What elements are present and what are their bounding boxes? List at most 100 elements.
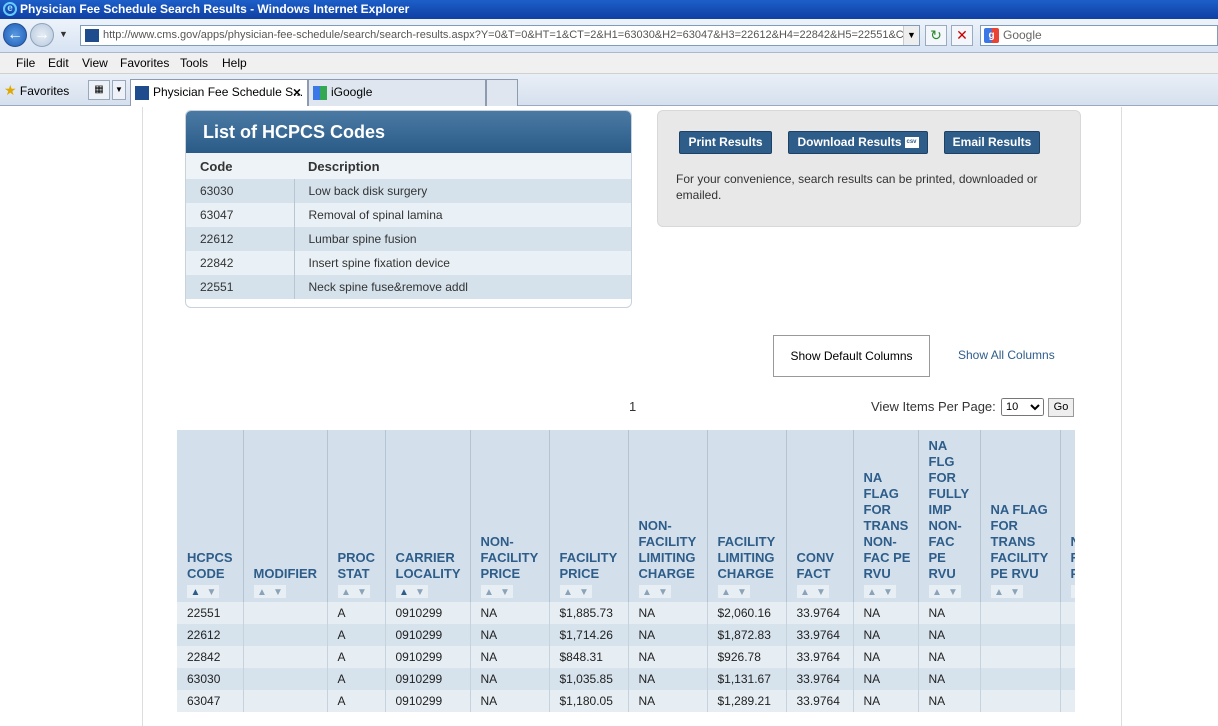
column-header-description: Description <box>294 153 631 179</box>
table-cell: $1,714.26 <box>549 624 629 646</box>
column-header-label: NA FLAG FOR TRANS FACILITY PE RVU <box>990 502 1049 581</box>
sort-ascending-icon[interactable]: ▲ <box>928 585 945 598</box>
table-cell: 63047 <box>177 690 244 712</box>
sort-descending-icon[interactable]: ▼ <box>496 585 513 598</box>
menu-edit[interactable]: Edit <box>48 56 69 70</box>
sort-descending-icon[interactable]: ▼ <box>411 585 428 598</box>
column-header-label: FACILITY PRICE <box>559 550 618 581</box>
stop-icon[interactable]: ✕ <box>951 25 973 46</box>
sort-ascending-icon[interactable]: ▲ <box>559 585 576 598</box>
table-row: 22612 Lumbar spine fusion <box>186 227 631 251</box>
sort-ascending-icon[interactable]: ▲ <box>990 585 1007 598</box>
table-cell: A <box>327 646 386 668</box>
table-cell: 0910299 <box>385 668 471 690</box>
print-results-button[interactable]: Print Results <box>679 131 772 154</box>
sort-arrows: ▲▼ <box>1070 584 1075 598</box>
code-cell: 22612 <box>186 227 295 251</box>
table-cell: 22842 <box>177 646 244 668</box>
sort-descending-icon[interactable]: ▼ <box>812 585 829 598</box>
table-cell: NA <box>628 624 708 646</box>
search-input[interactable]: g Google <box>980 25 1218 46</box>
sort-ascending-icon[interactable]: ▲ <box>717 585 734 598</box>
sort-ascending-icon[interactable]: ▲ <box>796 585 813 598</box>
go-button[interactable]: Go <box>1048 398 1074 417</box>
menu-favorites[interactable]: Favorites <box>120 56 169 70</box>
sort-arrows: ▲▼ <box>796 584 847 598</box>
favorites-button[interactable]: ★ Favorites <box>4 82 69 99</box>
sort-descending-icon[interactable]: ▼ <box>733 585 750 598</box>
forward-arrow-icon[interactable]: → <box>30 23 54 47</box>
page-viewport: List of HCPCS Codes Code Description 630… <box>0 107 1218 726</box>
back-arrow-icon[interactable]: ← <box>3 23 27 47</box>
table-cell: NA <box>918 690 981 712</box>
table-cell <box>1060 668 1075 690</box>
table-cell: A <box>327 602 386 624</box>
code-cell: 22842 <box>186 251 295 275</box>
show-default-columns-button[interactable]: Show Default Columns <box>773 335 930 377</box>
sort-descending-icon[interactable]: ▼ <box>203 585 219 598</box>
sort-ascending-icon[interactable]: ▲ <box>1070 585 1075 598</box>
table-cell: $1,885.73 <box>549 602 629 624</box>
column-header-label: NON-FACILITY PRICE <box>480 534 539 581</box>
close-tab-icon[interactable]: × <box>293 80 301 105</box>
results-actions-panel: Print Results Download Results csv Email … <box>657 110 1081 227</box>
table-cell <box>980 646 1061 668</box>
sort-descending-icon[interactable]: ▼ <box>879 585 896 598</box>
table-cell: NA <box>470 646 550 668</box>
per-page-select[interactable]: 10 <box>1001 398 1044 416</box>
sort-arrows: ▲▼ <box>717 584 780 598</box>
sort-descending-icon[interactable]: ▼ <box>575 585 592 598</box>
table-cell <box>1060 624 1075 646</box>
sort-descending-icon[interactable]: ▼ <box>654 585 671 598</box>
menu-help[interactable]: Help <box>222 56 247 70</box>
sort-ascending-icon[interactable]: ▲ <box>337 585 354 598</box>
table-cell <box>243 690 328 712</box>
show-all-columns-link[interactable]: Show All Columns <box>958 348 1055 362</box>
table-cell: NA <box>853 646 919 668</box>
sort-ascending-icon[interactable]: ▲ <box>638 585 655 598</box>
refresh-icon[interactable]: ↻ <box>925 25 947 46</box>
tab-list-dropdown-icon[interactable]: ▼ <box>112 80 126 100</box>
email-results-button[interactable]: Email Results <box>944 131 1040 154</box>
sort-ascending-icon[interactable]: ▲ <box>253 585 270 598</box>
tab-igoogle[interactable]: iGoogle <box>308 79 486 106</box>
page-number[interactable]: 1 <box>629 399 636 414</box>
code-cell: 63047 <box>186 203 295 227</box>
menu-view[interactable]: View <box>82 56 108 70</box>
sort-descending-icon[interactable]: ▼ <box>944 585 961 598</box>
table-cell: $848.31 <box>549 646 629 668</box>
sort-descending-icon[interactable]: ▼ <box>269 585 286 598</box>
table-cell <box>980 602 1061 624</box>
window-title: Physician Fee Schedule Search Results - … <box>20 2 410 16</box>
sort-ascending-icon[interactable]: ▲ <box>187 585 203 598</box>
sort-arrows: ▲▼ <box>863 584 912 598</box>
sort-descending-icon[interactable]: ▼ <box>353 585 370 598</box>
table-cell: 0910299 <box>385 602 471 624</box>
sort-arrows: ▲▼ <box>253 584 321 598</box>
sort-ascending-icon[interactable]: ▲ <box>395 585 412 598</box>
download-results-button[interactable]: Download Results csv <box>788 131 928 154</box>
table-cell <box>1060 646 1075 668</box>
table-cell: 22551 <box>177 602 244 624</box>
results-table-container: HCPCS CODE ▲ ▼ MODIFIER ▲ ▼ PROC STAT ▲ ▼ CARRIER… <box>177 430 1075 726</box>
column-header: CARRIER LOCALITY ▲ ▼ <box>385 430 471 602</box>
sort-ascending-icon[interactable]: ▲ <box>863 585 880 598</box>
menu-file[interactable]: File <box>16 56 35 70</box>
csv-icon: csv <box>904 137 919 149</box>
column-header: FACILITY LIMITING CHARGE ▲ ▼ <box>707 430 787 602</box>
tab-label: iGoogle <box>331 85 373 99</box>
table-cell: NA <box>853 668 919 690</box>
menu-tools[interactable]: Tools <box>180 56 208 70</box>
description-cell: Lumbar spine fusion <box>294 227 631 251</box>
table-cell: NA <box>628 690 708 712</box>
history-dropdown-icon[interactable]: ▼ <box>59 29 68 39</box>
column-header-label: MODIFIER <box>253 566 318 581</box>
quick-tabs-icon[interactable]: ▦ <box>88 80 110 100</box>
tab-physician-fee-schedule[interactable]: Physician Fee Schedule S... × <box>130 79 308 106</box>
address-field[interactable]: http://www.cms.gov/apps/physician-fee-sc… <box>80 25 920 46</box>
new-tab-button[interactable] <box>486 79 518 106</box>
table-cell: 33.9764 <box>786 690 854 712</box>
sort-descending-icon[interactable]: ▼ <box>1006 585 1023 598</box>
sort-ascending-icon[interactable]: ▲ <box>480 585 497 598</box>
address-dropdown-icon[interactable]: ▼ <box>903 26 919 45</box>
